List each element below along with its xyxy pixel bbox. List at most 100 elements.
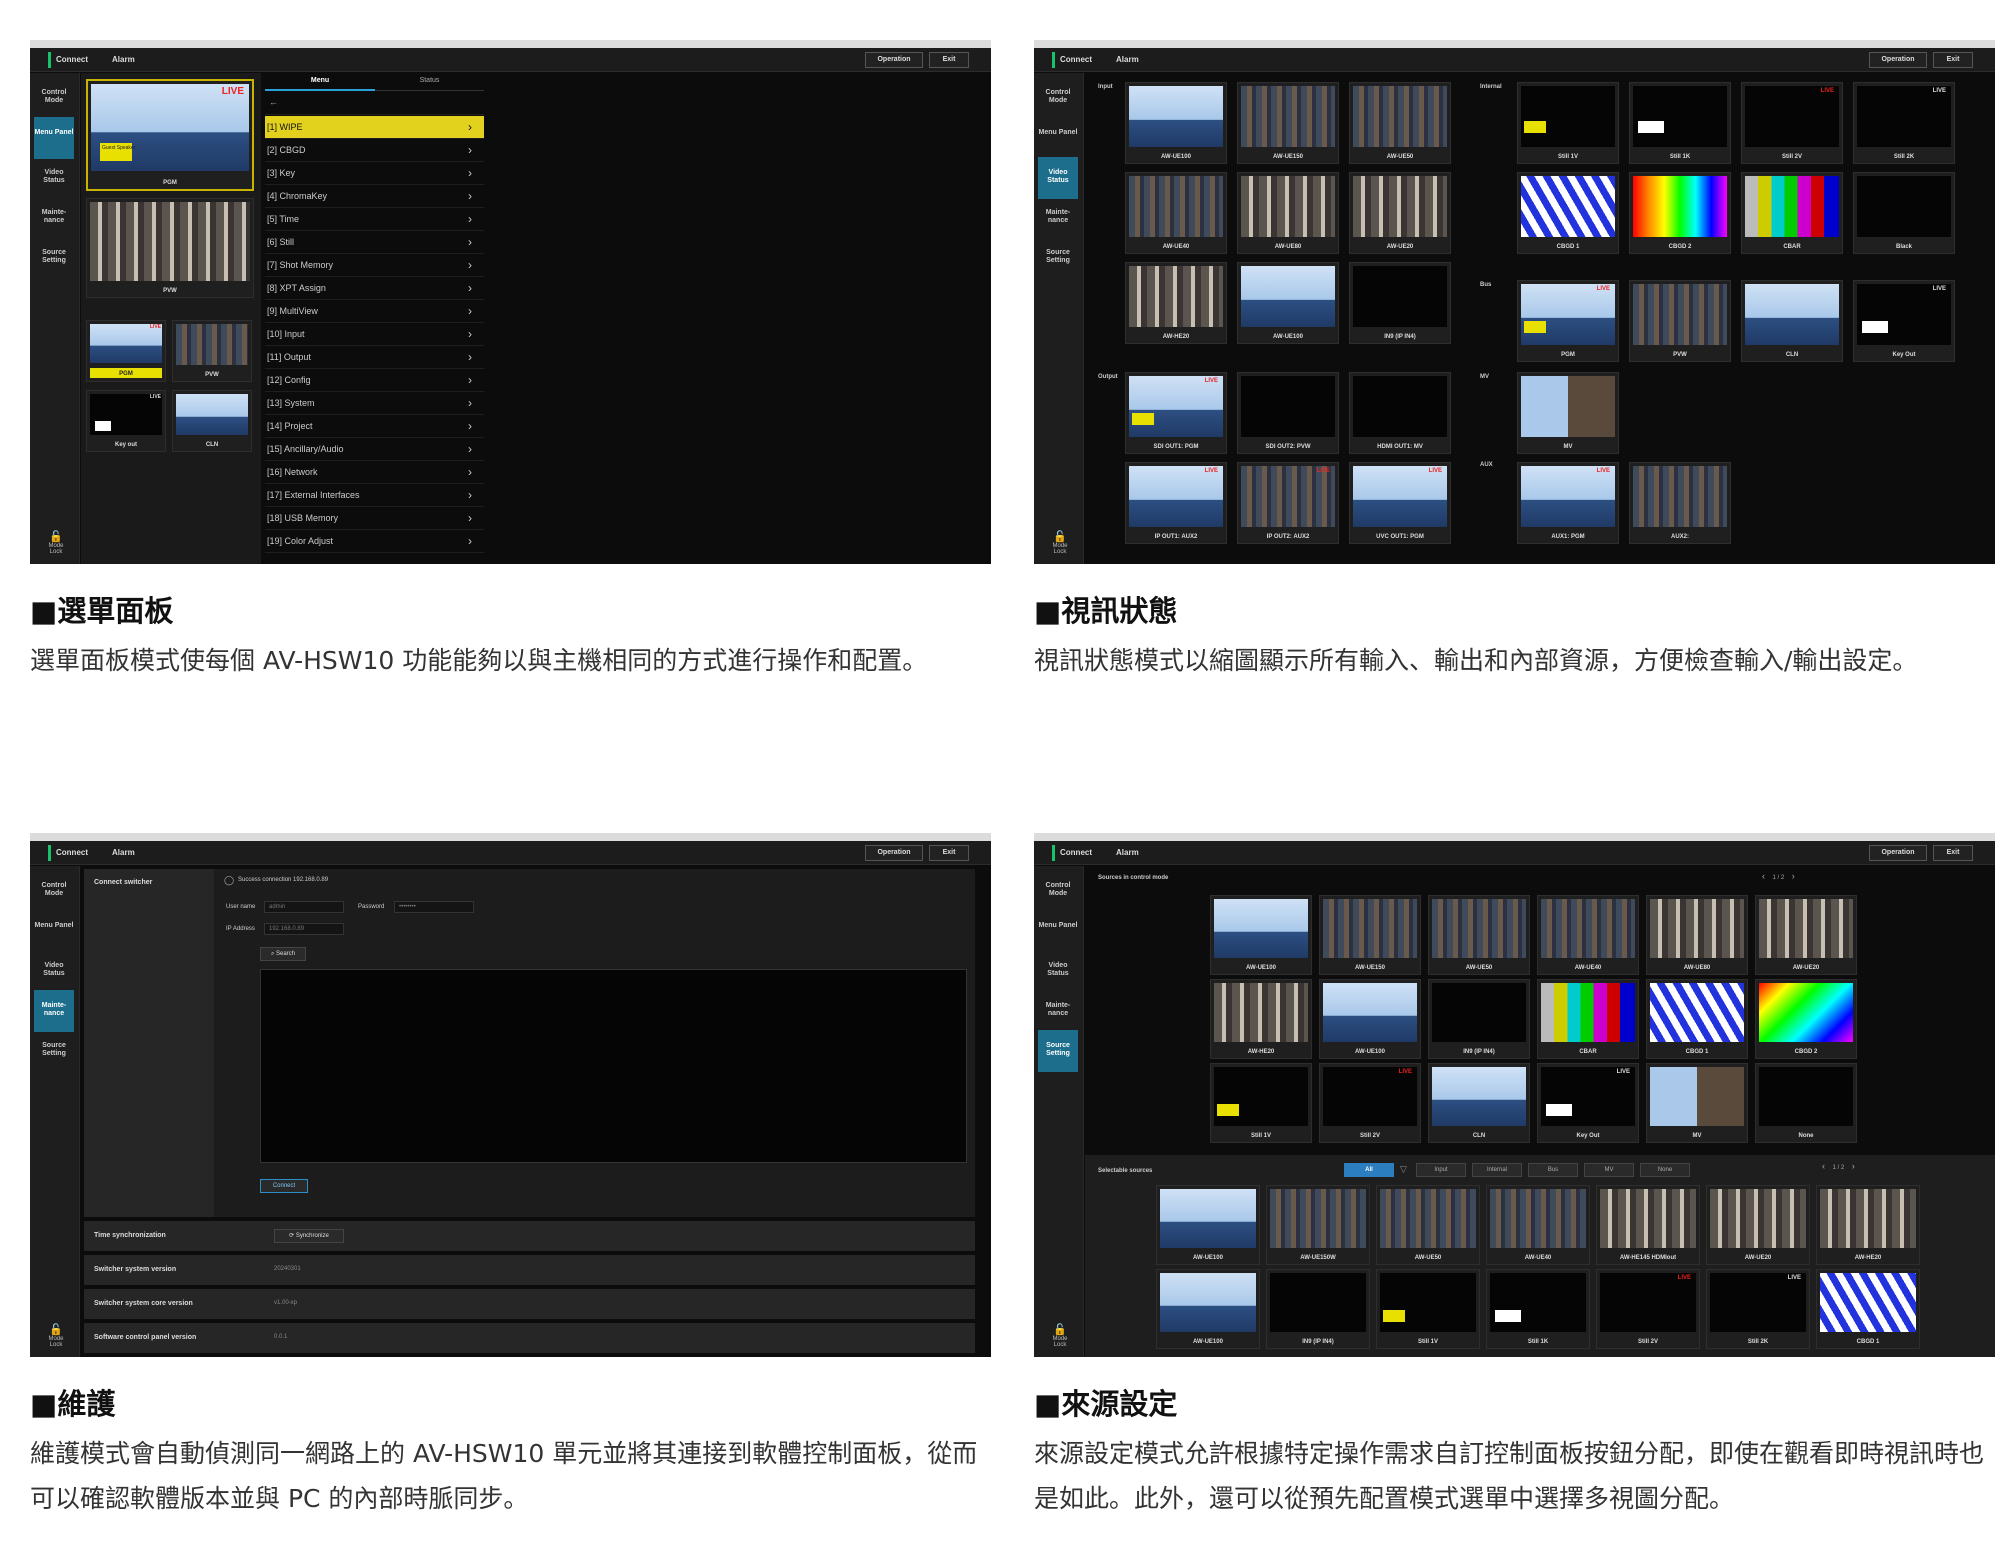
sidebar-item-control-mode[interactable]: Control Mode <box>1038 77 1078 119</box>
menu-item[interactable]: [19] Color Adjust › <box>265 530 484 553</box>
source-thumb[interactable]: CBGD 2 <box>1629 172 1731 254</box>
alarm-tab[interactable]: Alarm <box>112 845 135 861</box>
source-thumb[interactable]: Still 1V <box>1517 82 1619 164</box>
connect-tab[interactable]: Connect <box>48 845 88 861</box>
switcher-list[interactable] <box>260 969 967 1163</box>
source-thumb[interactable]: LIVE Still 2V <box>1741 82 1843 164</box>
source-thumb[interactable]: LIVE Still 2K <box>1853 82 1955 164</box>
sidebar-item-video-status[interactable]: Video Status <box>34 950 74 992</box>
output-thumb[interactable]: HDMI OUT1: MV <box>1349 372 1451 454</box>
sidebar-item-maintenance[interactable]: Mainte-nance <box>1038 990 1078 1032</box>
source-thumb[interactable]: CBAR <box>1741 172 1843 254</box>
menu-item[interactable]: [13] System › <box>265 392 484 415</box>
source-slot[interactable]: IN9 (IP IN4) <box>1428 979 1530 1059</box>
sidebar-item-video-status[interactable]: Video Status <box>1038 157 1078 199</box>
menu-item[interactable]: [1] WIPE › <box>265 116 484 139</box>
ip-address-input[interactable]: 192.168.0.89 <box>264 923 344 935</box>
source-slot[interactable]: AW-HE20 <box>1210 979 1312 1059</box>
sidebar-item-menu-panel[interactable]: Menu Panel <box>34 910 74 952</box>
pgm-preview[interactable]: LIVE Guest Speaker PGM <box>86 79 254 191</box>
chevron-right-icon[interactable]: › <box>1792 871 1795 881</box>
menu-item[interactable]: [5] Time › <box>265 208 484 231</box>
alarm-tab[interactable]: Alarm <box>1116 845 1139 861</box>
selectable-source[interactable]: AW-UE50 <box>1376 1185 1480 1265</box>
source-slot[interactable]: LIVE Key Out <box>1537 1063 1639 1143</box>
filter-mv[interactable]: MV <box>1584 1163 1634 1177</box>
menu-item[interactable]: [2] CBGD › <box>265 139 484 162</box>
source-slot[interactable]: AW-UE20 <box>1755 895 1857 975</box>
sidebar-item-source-setting[interactable]: Source Setting <box>34 237 74 279</box>
sidebar-item-source-setting[interactable]: Source Setting <box>34 1030 74 1072</box>
mode-lock-button[interactable]: 🔓 Mode Lock <box>1048 1323 1072 1353</box>
source-thumb[interactable]: AW-UE100 <box>1237 262 1339 344</box>
pvw-thumb[interactable]: PVW <box>172 320 252 382</box>
sidebar-item-menu-panel[interactable]: Menu Panel <box>34 117 74 159</box>
filter-all[interactable]: All <box>1344 1163 1394 1177</box>
mode-lock-button[interactable]: 🔓 Mode Lock <box>1048 530 1072 560</box>
source-thumb[interactable]: CBGD 1 <box>1517 172 1619 254</box>
alarm-tab[interactable]: Alarm <box>112 52 135 68</box>
selectable-source[interactable]: AW-HE145 HDMIout <box>1596 1185 1700 1265</box>
source-slot[interactable]: MV <box>1646 1063 1748 1143</box>
menu-item[interactable]: [17] External Interfaces › <box>265 484 484 507</box>
menu-item[interactable]: [10] Input › <box>265 323 484 346</box>
selectable-source[interactable]: AW-UE100 <box>1156 1185 1260 1265</box>
source-slot[interactable]: CBAR <box>1537 979 1639 1059</box>
output-thumb[interactable]: LIVE UVC OUT1: PGM <box>1349 462 1451 544</box>
source-slot[interactable]: AW-UE80 <box>1646 895 1748 975</box>
source-slot[interactable]: LIVE Still 2V <box>1319 1063 1421 1143</box>
sidebar-item-maintenance[interactable]: Mainte-nance <box>1038 197 1078 239</box>
menu-item[interactable]: [16] Network › <box>265 461 484 484</box>
exit-button[interactable]: Exit <box>929 52 969 68</box>
synchronize-button[interactable]: ⟳ Synchronize <box>274 1229 344 1243</box>
menu-item[interactable]: [3] Key › <box>265 162 484 185</box>
connect-tab[interactable]: Connect <box>48 52 88 68</box>
exit-button[interactable]: Exit <box>1933 845 1973 861</box>
chevron-left-icon[interactable]: ‹ <box>1762 871 1765 881</box>
menu-item[interactable]: [12] Config › <box>265 369 484 392</box>
output-thumb[interactable]: SDI OUT2: PVW <box>1237 372 1339 454</box>
mv-thumb[interactable]: MV <box>1517 372 1619 454</box>
pgm-thumb[interactable]: LIVE PGM <box>86 320 166 382</box>
sidebar-item-control-mode[interactable]: Control Mode <box>1038 870 1078 912</box>
aux-thumb[interactable]: AUX2: <box>1629 462 1731 544</box>
menu-item[interactable]: [15] Ancillary/Audio › <box>265 438 484 461</box>
output-thumb[interactable]: LIVE IP OUT2: AUX2 <box>1237 462 1339 544</box>
connect-tab[interactable]: Connect <box>1052 52 1092 68</box>
chevron-right-icon[interactable]: › <box>1852 1161 1855 1171</box>
source-slot[interactable]: None <box>1755 1063 1857 1143</box>
menu-item[interactable]: [6] Still › <box>265 231 484 254</box>
selectable-source[interactable]: LIVE Still 2K <box>1706 1269 1810 1349</box>
menu-item[interactable]: [4] ChromaKey › <box>265 185 484 208</box>
operation-button[interactable]: Operation <box>1869 845 1927 861</box>
selectable-source[interactable]: Still 1K <box>1486 1269 1590 1349</box>
sidebar-item-control-mode[interactable]: Control Mode <box>34 77 74 119</box>
selectable-source[interactable]: AW-UE40 <box>1486 1185 1590 1265</box>
connect-tab[interactable]: Connect <box>1052 845 1092 861</box>
source-thumb[interactable]: Black <box>1853 172 1955 254</box>
menu-item[interactable]: [11] Output › <box>265 346 484 369</box>
source-thumb[interactable]: AW-UE150 <box>1237 82 1339 164</box>
source-slot[interactable]: AW-UE100 <box>1210 895 1312 975</box>
filter-internal[interactable]: Internal <box>1472 1163 1522 1177</box>
menu-item[interactable]: [14] Project › <box>265 415 484 438</box>
bus-thumb[interactable]: LIVE Key Out <box>1853 280 1955 362</box>
source-slot[interactable]: AW-UE150 <box>1319 895 1421 975</box>
pvw-preview[interactable]: PVW <box>86 198 254 298</box>
source-thumb[interactable]: AW-UE20 <box>1349 172 1451 254</box>
exit-button[interactable]: Exit <box>929 845 969 861</box>
sidebar-item-control-mode[interactable]: Control Mode <box>34 870 74 912</box>
selectable-source[interactable]: LIVE Still 2V <box>1596 1269 1700 1349</box>
menu-item[interactable]: [9] MultiView › <box>265 300 484 323</box>
output-thumb[interactable]: LIVE IP OUT1: AUX2 <box>1125 462 1227 544</box>
bus-thumb[interactable]: PVW <box>1629 280 1731 362</box>
source-thumb[interactable]: AW-UE100 <box>1125 82 1227 164</box>
source-slot[interactable]: AW-UE50 <box>1428 895 1530 975</box>
operation-button[interactable]: Operation <box>865 52 923 68</box>
alarm-tab[interactable]: Alarm <box>1116 52 1139 68</box>
filter-input[interactable]: Input <box>1416 1163 1466 1177</box>
chevron-left-icon[interactable]: ‹ <box>1822 1161 1825 1171</box>
connect-button[interactable]: Connect <box>260 1179 308 1193</box>
password-input[interactable]: •••••••• <box>394 901 474 913</box>
menu-item[interactable]: [8] XPT Assign › <box>265 277 484 300</box>
